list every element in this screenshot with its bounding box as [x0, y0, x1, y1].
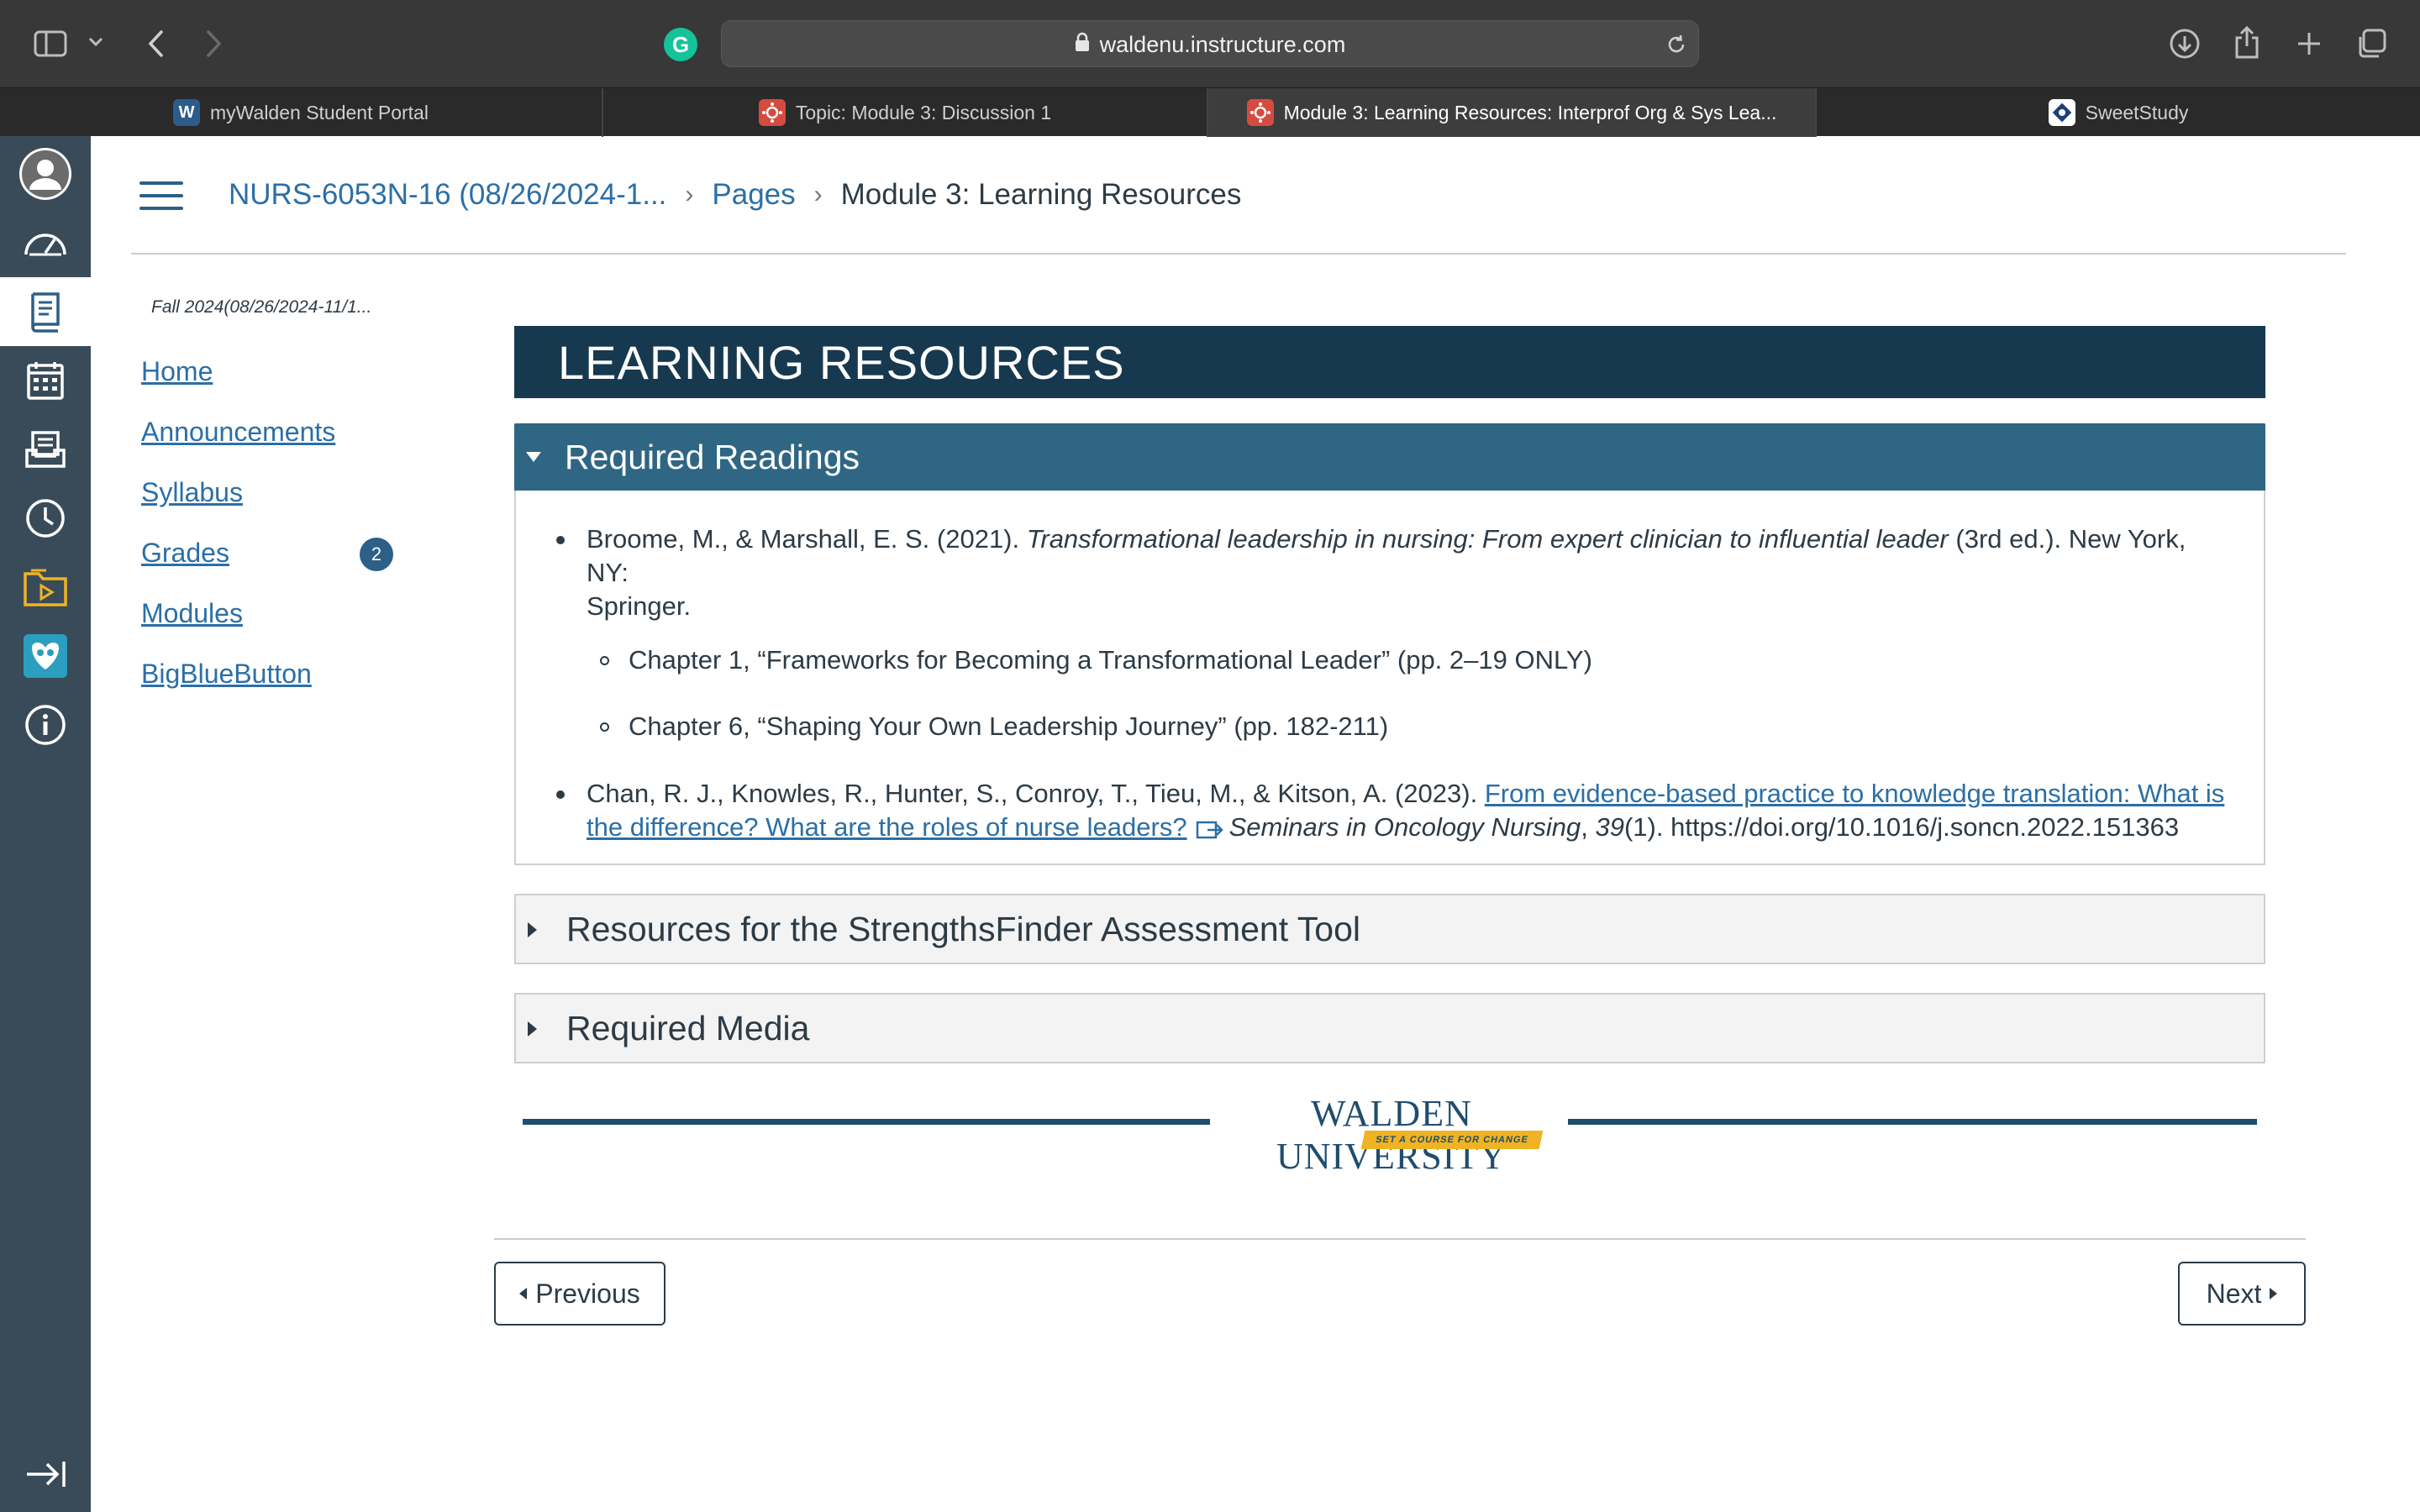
- lock-icon: [1075, 32, 1090, 58]
- header-divider: [131, 253, 2346, 255]
- breadcrumb-current: Module 3: Learning Resources: [840, 178, 1242, 211]
- url-text: waldenu.instructure.com: [1099, 31, 1346, 57]
- collapse-nav-icon[interactable]: [0, 1440, 91, 1509]
- reading-publisher: Springer.: [587, 591, 692, 621]
- reading-authors: Broome, M., & Marshall, E. S. (2021).: [587, 524, 1027, 554]
- grammarly-icon[interactable]: G: [664, 28, 697, 61]
- browser-toolbar: G waldenu.instructure.com: [0, 0, 2420, 87]
- accordion-header-required-readings[interactable]: Required Readings: [514, 423, 2265, 491]
- reading-item: Broome, M., & Marshall, E. S. (2021). Tr…: [539, 522, 2228, 623]
- chapter-item: Chapter 6, “Shaping Your Own Leadership …: [539, 710, 2228, 743]
- breadcrumb: NURS-6053N-16 (08/26/2024-1... › Pages ›…: [229, 173, 1241, 217]
- chapter-text: Chapter 6, “Shaping Your Own Leadership …: [629, 711, 1389, 741]
- share-icon[interactable]: [2228, 22, 2265, 62]
- reading-article-link[interactable]: From evidence-based practice to knowledg…: [1485, 779, 2225, 808]
- chapter-text: Chapter 1, “Frameworks for Becoming a Tr…: [629, 645, 1592, 675]
- readings-list: Broome, M., & Marshall, E. S. (2021). Tr…: [539, 522, 2228, 849]
- course-term: Fall 2024(08/26/2024-11/1...: [151, 297, 372, 317]
- global-navigation: [0, 136, 91, 1512]
- course-nav-home[interactable]: Home: [141, 356, 213, 387]
- sub-bullet-icon: [600, 722, 609, 732]
- back-icon[interactable]: [141, 25, 170, 62]
- accordion-strengthsfinder[interactable]: Resources for the StrengthsFinder Assess…: [514, 894, 2265, 964]
- bullet-icon: [556, 790, 565, 799]
- logo-rule-right: [1568, 1119, 2257, 1125]
- canvas-favicon-icon: [1246, 99, 1274, 126]
- course-nav-syllabus[interactable]: Syllabus: [141, 477, 243, 508]
- chapter-item: Chapter 1, “Frameworks for Becoming a Tr…: [539, 643, 2228, 677]
- canvas-favicon-icon: [758, 99, 786, 126]
- bullet-icon: [556, 536, 565, 544]
- inbox-icon[interactable]: [0, 415, 91, 484]
- caret-right-icon: [2270, 1288, 2278, 1299]
- caret-down-icon: [526, 452, 541, 462]
- tab-mywalden[interactable]: W myWalden Student Portal: [0, 88, 603, 137]
- tab-learning-resources[interactable]: Module 3: Learning Resources: Interprof …: [1208, 88, 1817, 137]
- sub-bullet-icon: [600, 656, 609, 665]
- breadcrumb-pages[interactable]: Pages: [712, 178, 795, 212]
- reload-icon[interactable]: [1665, 33, 1688, 56]
- reading-journal: Seminars in Oncology Nursing: [1228, 812, 1581, 842]
- reading-volume: 39: [1595, 812, 1624, 842]
- reading-doi: (1). https://doi.org/10.1016/j.soncn.202…: [1623, 812, 2180, 842]
- caret-right-icon: [528, 922, 537, 937]
- tab-overview-icon[interactable]: [2353, 25, 2390, 62]
- caret-left-icon: [519, 1288, 528, 1299]
- chevron-down-icon[interactable]: [86, 32, 106, 52]
- files-icon[interactable]: [0, 553, 91, 622]
- tab-label: Module 3: Learning Resources: Interprof …: [1283, 101, 1777, 123]
- walden-favicon-icon: W: [173, 99, 201, 126]
- forward-icon[interactable]: [200, 25, 229, 62]
- reading-title: Transformational leadership in nursing: …: [1026, 524, 1949, 554]
- course-nav-announcements[interactable]: Announcements: [141, 417, 335, 448]
- tab-sweetstudy[interactable]: SweetStudy: [1817, 88, 2420, 137]
- tab-discussion[interactable]: Topic: Module 3: Discussion 1: [603, 88, 1208, 137]
- tab-label: myWalden Student Portal: [210, 101, 429, 123]
- previous-label: Previous: [535, 1278, 640, 1309]
- studio-icon[interactable]: [0, 622, 91, 690]
- reading-article-link-cont[interactable]: the difference? What are the roles of nu…: [587, 812, 1187, 842]
- footer-divider: [494, 1238, 2306, 1240]
- course-nav-grades[interactable]: Grades: [141, 538, 229, 569]
- new-tab-icon[interactable]: [2291, 25, 2328, 62]
- next-button[interactable]: Next: [2178, 1262, 2306, 1326]
- calendar-icon[interactable]: [0, 346, 91, 415]
- accordion-title: Resources for the StrengthsFinder Assess…: [566, 909, 1360, 948]
- caret-right-icon: [528, 1021, 537, 1037]
- breadcrumb-separator-icon: ›: [813, 181, 823, 208]
- courses-icon[interactable]: [0, 277, 91, 346]
- tab-label: SweetStudy: [2085, 101, 2189, 123]
- tab-label: Topic: Module 3: Discussion 1: [795, 101, 1052, 123]
- course-menu-toggle-icon[interactable]: [139, 181, 183, 210]
- accordion-required-readings: Required Readings Broome, M., & Marshall…: [514, 423, 2265, 865]
- reading-authors: Chan, R. J., Knowles, R., Hunter, S., Co…: [587, 779, 1485, 808]
- dashboard-icon[interactable]: [0, 208, 91, 277]
- account-icon[interactable]: [0, 139, 91, 208]
- breadcrumb-course[interactable]: NURS-6053N-16 (08/26/2024-1...: [229, 178, 666, 212]
- reading-item: Chan, R. J., Knowles, R., Hunter, S., Co…: [539, 777, 2228, 849]
- accordion-title: Required Readings: [565, 437, 860, 476]
- sweetstudy-favicon-icon: [2048, 99, 2075, 126]
- help-icon[interactable]: [0, 690, 91, 759]
- previous-button[interactable]: Previous: [494, 1262, 666, 1326]
- logo-rule-left: [523, 1119, 1210, 1125]
- accordion-title: Required Media: [566, 1008, 810, 1047]
- accordion-required-media[interactable]: Required Media: [514, 993, 2265, 1063]
- external-link-icon[interactable]: [1196, 816, 1224, 849]
- grades-count-badge: 2: [360, 538, 393, 571]
- download-icon[interactable]: [2166, 25, 2203, 62]
- breadcrumb-separator-icon: ›: [685, 181, 694, 208]
- course-nav-bigbluebutton[interactable]: BigBlueButton: [141, 659, 312, 690]
- next-label: Next: [2206, 1278, 2262, 1309]
- walden-logo-tagline: SET A COURSE FOR CHANGE: [1360, 1131, 1544, 1149]
- course-nav-modules[interactable]: Modules: [141, 598, 243, 629]
- sidebar-icon[interactable]: [32, 25, 69, 62]
- tab-bar: W myWalden Student Portal Topic: Module …: [0, 87, 2420, 137]
- address-bar[interactable]: waldenu.instructure.com: [721, 20, 1699, 67]
- page-banner: LEARNING RESOURCES: [514, 326, 2265, 398]
- reading-sep: ,: [1581, 812, 1596, 842]
- history-icon[interactable]: [0, 484, 91, 553]
